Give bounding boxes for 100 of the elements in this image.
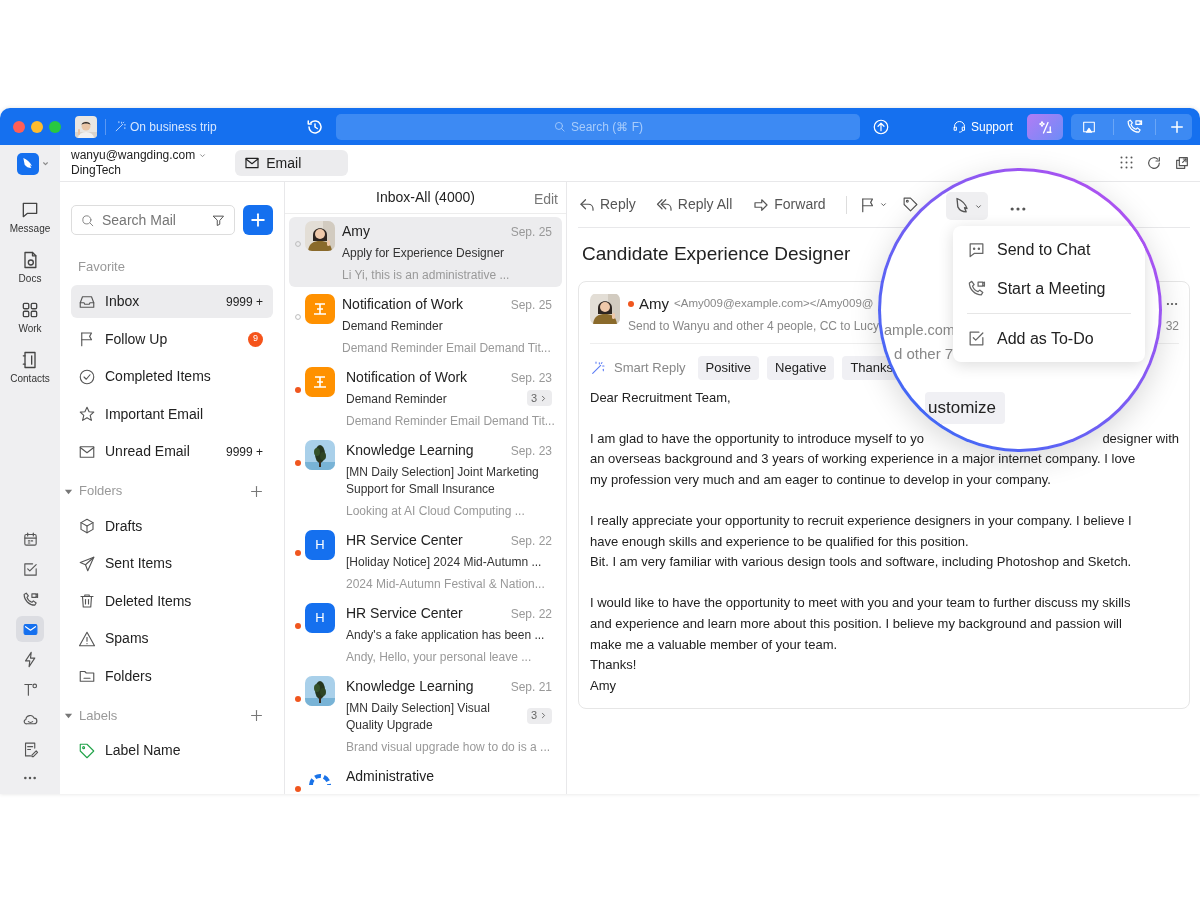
message-date: Sep. 25 [510, 296, 552, 314]
reply-chip[interactable]: Negative [767, 356, 835, 380]
account-switcher[interactable]: wanyu@wangding.com DingTech [71, 148, 208, 178]
upload-icon[interactable] [872, 117, 890, 136]
sender-name: Notification of Work [346, 368, 468, 387]
message-date: Sep. 22 [510, 532, 552, 550]
logo-icon[interactable] [16, 152, 39, 175]
toolbar-button[interactable]: Reply All [655, 194, 733, 215]
search-input[interactable]: Search Mail [100, 208, 206, 232]
message-subject: [Holiday Notice] 2024 Mid-Autumn ... [346, 554, 543, 571]
message-item[interactable]: Knowledge Learning Sep. 21 [MN Daily Selection] Visual Quality Upgrade 3 Brand visual upgrade how to do is a ... [289, 672, 562, 759]
rail-tool-button[interactable] [16, 616, 44, 642]
thread-count[interactable]: 3 [526, 707, 552, 724]
search-field[interactable]: Search Mail [71, 205, 235, 235]
warning-icon [78, 629, 96, 648]
filter-icon[interactable] [211, 212, 226, 228]
caret-icon [878, 200, 888, 209]
support-button[interactable]: Support [951, 117, 1013, 136]
message-preview: 2024 Mid-Autumn Festival & Nation... [346, 576, 546, 593]
message-item[interactable]: H HR Service Center Sep. 22 [Holiday Notice] 2024 Mid-Autumn ... 2024 Mid-Autumn Festival & Nation... [289, 526, 562, 596]
smart-reply-label: Smart Reply [614, 359, 686, 377]
message-subject: Demand Reminder [346, 391, 448, 408]
message-preview: Demand Reminder Email Demand Tit... [346, 413, 552, 430]
rail-app[interactable]: Work [16, 298, 44, 338]
folder-item[interactable]: Folders [71, 659, 273, 693]
check-circle-icon [78, 367, 96, 386]
reply-chip[interactable]: Positive [697, 356, 760, 380]
folder-item[interactable]: Unread Email 9999 + [71, 435, 273, 468]
thread-count[interactable]: 3 [526, 390, 552, 406]
history-icon[interactable] [306, 117, 324, 136]
folder-item[interactable]: Spams [71, 622, 273, 655]
rail-app[interactable]: Message [7, 198, 53, 238]
message-date: Sep. 21 [510, 678, 552, 696]
wand-icon [114, 120, 127, 133]
refresh-icon[interactable] [1146, 155, 1162, 171]
phone-video-icon [967, 279, 986, 298]
tag-icon [78, 741, 96, 760]
paper-plane-icon [78, 554, 96, 573]
folder-item[interactable]: Follow Up 9 [71, 322, 273, 356]
message-date: Sep. 22 [510, 605, 552, 623]
ai-button[interactable] [1027, 113, 1063, 140]
popout-icon[interactable] [1174, 155, 1190, 171]
minimize-button[interactable] [31, 120, 43, 133]
folder-item[interactable]: Important Email [71, 397, 273, 431]
folder-item[interactable]: Sent Items [71, 547, 273, 580]
unread-badge: 9 [248, 331, 263, 347]
rail-app[interactable]: Contacts [8, 348, 52, 388]
message-item[interactable]: Notification of Work Sep. 23 Demand Reminder 3 Demand Reminder Email Demand Tit... [289, 363, 562, 433]
folder-item[interactable]: Completed Items [71, 360, 273, 393]
tag-icon[interactable] [901, 196, 919, 213]
folder-item[interactable]: Drafts [71, 509, 273, 543]
message-item[interactable]: Notification of Work Sep. 25 Demand Reminder Demand Reminder Email Demand Tit... [289, 290, 562, 360]
compose-button[interactable] [243, 205, 273, 235]
message-preview: Demand Reminder Email Demand Tit... [342, 340, 552, 357]
phone-video-icon[interactable] [1126, 118, 1143, 135]
folder-item[interactable]: Label Name [71, 734, 273, 767]
menu-item[interactable]: Start a Meeting [953, 269, 1145, 308]
reply-chip[interactable]: ustomize [925, 392, 1006, 424]
trash-icon [78, 592, 96, 610]
message-date: Sep. 25 [510, 223, 552, 241]
message-item[interactable]: Administrative [289, 762, 562, 794]
rail-app[interactable]: Docs [16, 248, 44, 288]
menu-item[interactable]: Send to Chat [953, 230, 1145, 269]
envelope-icon [244, 155, 261, 171]
caret-icon [198, 151, 208, 160]
caret-icon[interactable] [64, 711, 73, 720]
message-item[interactable]: Amy Sep. 25 Apply for Experience Designer Li Yi, this is an administrative ... [289, 217, 562, 287]
edit-link[interactable]: Edit [533, 189, 558, 210]
message-item[interactable]: H HR Service Center Sep. 22 Andy's a fake application has been ... Andy, Hello, your personal leave ... [289, 599, 562, 669]
avatar: H [305, 530, 335, 560]
checkbox-icon [967, 329, 986, 348]
section-heading: Favorite [78, 257, 125, 276]
chat-bubble-icon [20, 200, 40, 220]
folder-item[interactable]: Inbox 9999 + [71, 285, 273, 318]
email-tab[interactable]: Email [235, 150, 349, 176]
sender-name: HR Service Center [346, 604, 463, 623]
status-text[interactable]: On business trip [130, 117, 306, 136]
item-count: 9999 + [225, 443, 263, 461]
email-paragraph: I really appreciate your opportunity to recruit experience designers in your company. I believe I have enough skills and experience to be qualified for this position. Bit. I am very familiar with various design tools and software, including Photoshop and Sketch. [590, 512, 1132, 572]
calendar-icon [21, 530, 39, 548]
message-date: Sep. 23 [510, 442, 552, 460]
add-icon[interactable] [248, 707, 265, 724]
toolbar-button[interactable]: Forward [752, 194, 826, 215]
message-item[interactable]: Knowledge Learning Sep. 23 [MN Daily Selection] Joint Marketing Support for Small Insurance Looking at AI Cloud Computing ... [289, 436, 562, 523]
apps-grid-icon[interactable] [1119, 155, 1134, 170]
message-subject: Apply for Experience Designer [342, 245, 506, 262]
grid-icon [20, 300, 40, 320]
plus-icon [248, 210, 268, 230]
star-icon [78, 405, 96, 423]
menu-item[interactable]: Add as To-Do [953, 319, 1145, 358]
section-heading: Labels [79, 706, 118, 725]
phone-video-icon [21, 590, 39, 608]
sender-name: HR Service Center [346, 531, 463, 550]
toolbar-button[interactable]: Reply [578, 194, 636, 215]
email-time: 32 [1165, 318, 1179, 335]
recipients-text: Send to Wanyu and other 4 people, CC to Lucy [628, 318, 880, 335]
section-heading: Folders [79, 482, 123, 501]
folder-item[interactable]: Deleted Items [71, 584, 273, 618]
message-preview: Looking at AI Cloud Computing ... [346, 503, 526, 520]
magic-wand-icon [590, 359, 606, 376]
